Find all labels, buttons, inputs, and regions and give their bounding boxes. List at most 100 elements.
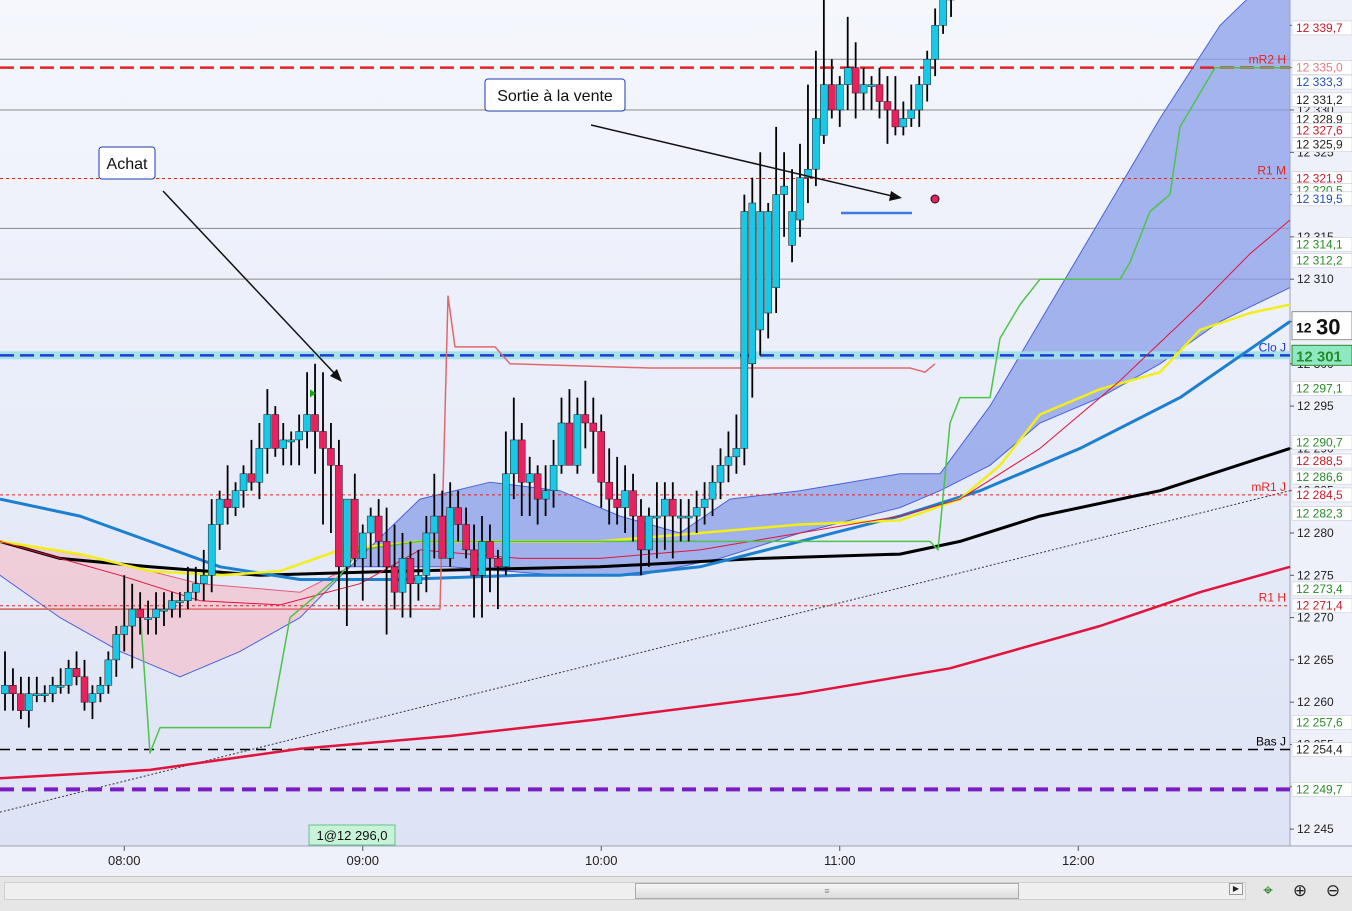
candle-bull[interactable] (843, 67, 852, 85)
candle-bull[interactable] (88, 693, 97, 703)
candle-bear[interactable] (9, 685, 17, 694)
candle-bull[interactable] (764, 211, 772, 314)
scroll-thumb[interactable]: ≡ (635, 883, 1019, 899)
candle-bull[interactable] (160, 608, 168, 612)
candle-bull[interactable] (525, 473, 534, 483)
candle-bull[interactable] (1, 685, 9, 694)
candle-bull[interactable] (64, 668, 73, 686)
candle-bull[interactable] (907, 109, 916, 119)
candle-bull[interactable] (120, 625, 128, 635)
candle-bull[interactable] (207, 524, 216, 576)
candle-bull[interactable] (684, 515, 693, 519)
candle-bull[interactable] (788, 211, 796, 246)
candle-bull[interactable] (215, 498, 224, 525)
candle-bull[interactable] (263, 414, 272, 449)
candle-bull[interactable] (557, 422, 566, 466)
candle-bear[interactable] (438, 515, 446, 559)
candle-bear[interactable] (470, 549, 478, 576)
candle-bull[interactable] (573, 414, 582, 466)
candle-bull[interactable] (780, 185, 788, 195)
candle-bear[interactable] (382, 541, 391, 568)
candle-bear[interactable] (637, 515, 645, 551)
candle-bear[interactable] (406, 558, 415, 584)
candle-bear[interactable] (669, 498, 677, 517)
candle-bear[interactable] (486, 541, 494, 559)
candle-bull[interactable] (724, 456, 733, 466)
candle-bear[interactable] (613, 498, 621, 508)
candle-bear[interactable] (891, 109, 900, 128)
candle-bull[interactable] (343, 498, 351, 568)
candle-bull[interactable] (303, 414, 311, 432)
candle-bull[interactable] (168, 600, 176, 610)
candle-bull[interactable] (295, 431, 303, 441)
candle-bear[interactable] (883, 101, 892, 111)
candle-bear[interactable] (17, 693, 25, 711)
candle-bear[interactable] (518, 439, 526, 483)
candle-bull[interactable] (144, 617, 152, 620)
candle-bear[interactable] (589, 422, 598, 432)
scroll-right-icon[interactable]: ▶ (1229, 883, 1243, 895)
candle-bull[interactable] (859, 84, 868, 94)
crosshair-icon[interactable]: ⌖ (1255, 879, 1281, 903)
candle-bull[interactable] (176, 600, 184, 603)
candle-bear[interactable] (533, 473, 542, 500)
candle-bull[interactable] (661, 498, 669, 517)
candle-bull[interactable] (708, 481, 717, 500)
candle-bull[interactable] (231, 490, 240, 508)
candle-bull[interactable] (200, 575, 208, 584)
candle-bull[interactable] (756, 211, 764, 331)
plot-area[interactable] (0, 0, 1290, 846)
candle-bear[interactable] (390, 566, 399, 593)
candle-bull[interactable] (931, 25, 939, 60)
candle-bear[interactable] (851, 67, 860, 94)
candle-bear[interactable] (462, 524, 470, 551)
candle-bull[interactable] (700, 498, 709, 508)
candle-bull[interactable] (677, 515, 685, 519)
candle-bull[interactable] (740, 211, 749, 449)
candle-bull[interactable] (867, 84, 876, 87)
candle-bear[interactable] (597, 431, 605, 483)
zoom-out-icon[interactable]: ⊖ (1320, 879, 1346, 903)
candle-bull[interactable] (41, 693, 49, 696)
horizontal-scrollbar[interactable]: ≡ ▶ ⌖ ⊕ ⊖ (0, 876, 1352, 911)
candle-bear[interactable] (335, 465, 343, 568)
candle-bull[interactable] (772, 194, 780, 288)
candle-bull[interactable] (716, 465, 725, 483)
candle-bear[interactable] (565, 422, 574, 466)
candle-bull[interactable] (430, 515, 439, 534)
candle-bear[interactable] (828, 84, 836, 111)
candle-bull[interactable] (192, 583, 200, 593)
candle-bear[interactable] (311, 414, 319, 432)
candle-bull[interactable] (33, 693, 41, 696)
candle-bull[interactable] (645, 515, 653, 551)
candle-bull[interactable] (48, 685, 57, 694)
candle-bull[interactable] (748, 202, 757, 365)
candle-bull[interactable] (422, 532, 431, 576)
candle-bull[interactable] (287, 439, 295, 443)
candle-bull[interactable] (899, 118, 908, 128)
candle-bear[interactable] (223, 498, 232, 508)
candle-bear[interactable] (454, 507, 462, 525)
candle-bear[interactable] (271, 414, 280, 449)
candle-bull[interactable] (152, 608, 160, 618)
candle-bear[interactable] (374, 515, 383, 542)
candle-bear[interactable] (581, 414, 590, 424)
candle-bear[interactable] (494, 558, 502, 568)
candle-bull[interactable] (128, 608, 136, 627)
candle-bull[interactable] (414, 575, 423, 584)
zoom-in-icon[interactable]: ⊕ (1287, 879, 1313, 903)
candle-bull[interactable] (502, 473, 510, 568)
candle-bear[interactable] (875, 84, 884, 102)
price-chart[interactable]: mR2 HR1 MClo JmR1 JR1 HBas J12 24512 250… (0, 0, 1352, 876)
candle-bull[interactable] (398, 558, 407, 593)
candle-bear[interactable] (72, 668, 81, 678)
candle-bear[interactable] (327, 448, 335, 466)
candle-bear[interactable] (319, 431, 327, 449)
candle-bull[interactable] (549, 465, 558, 491)
candle-bull[interactable] (112, 634, 121, 661)
candle-bull[interactable] (25, 693, 33, 711)
candle-bull[interactable] (621, 490, 629, 508)
candle-bull[interactable] (732, 448, 741, 458)
candle-bear[interactable] (605, 481, 613, 500)
candle-bull[interactable] (510, 439, 518, 475)
